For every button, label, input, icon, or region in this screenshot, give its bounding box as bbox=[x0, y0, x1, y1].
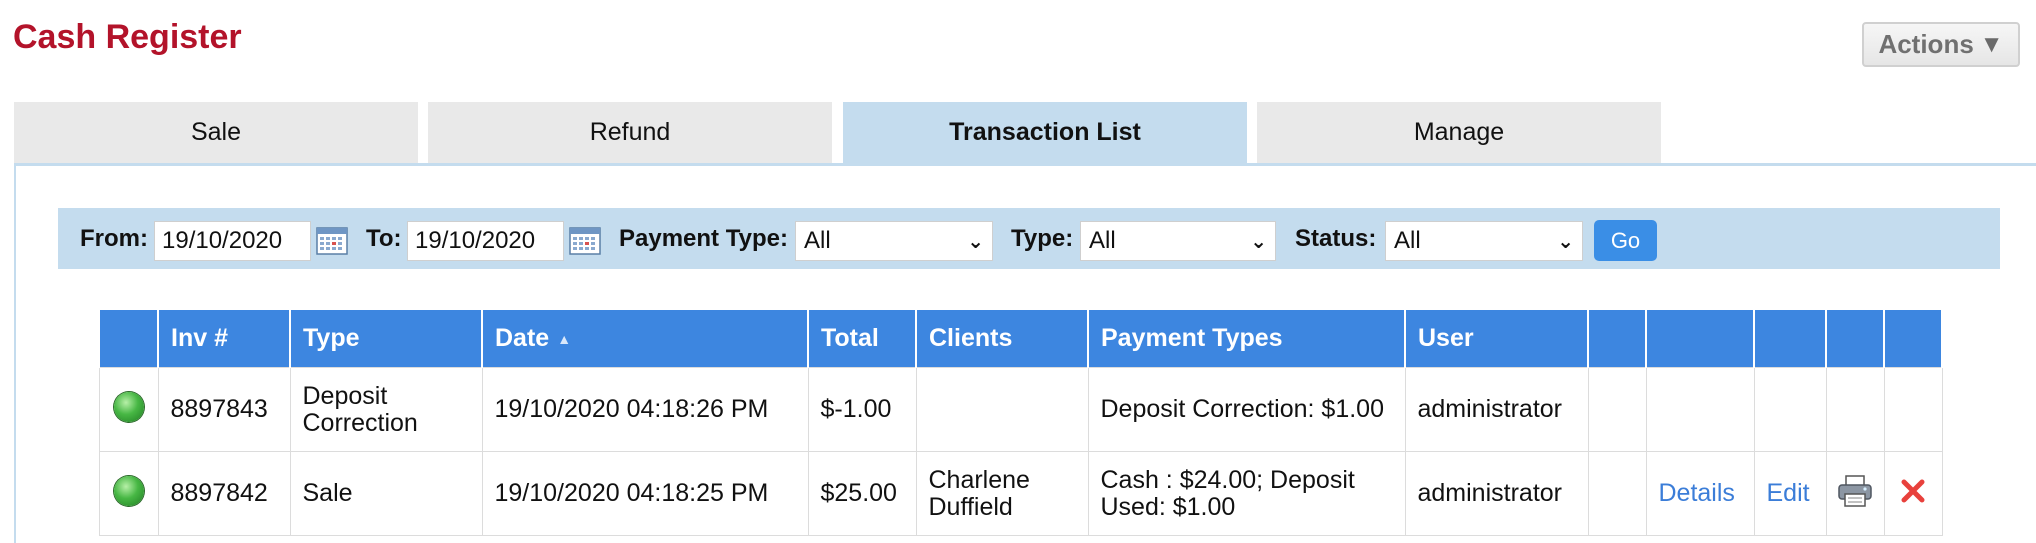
date-cell: 19/10/2020 04:18:26 PM bbox=[481, 367, 809, 452]
type-label: Type: bbox=[1011, 225, 1074, 252]
clients-cell bbox=[915, 367, 1089, 452]
to-label: To: bbox=[366, 225, 402, 252]
type-cell: Sale bbox=[289, 451, 483, 536]
tab-manage[interactable]: Manage bbox=[1257, 102, 1661, 163]
print-cell bbox=[1825, 451, 1885, 536]
status-cell bbox=[98, 367, 159, 452]
empty-cell bbox=[1587, 451, 1647, 536]
edit-cell: Edit bbox=[1753, 451, 1827, 536]
status-indicator-icon bbox=[113, 475, 144, 506]
status-label: Status: bbox=[1295, 225, 1377, 252]
col-header-clients[interactable]: Clients bbox=[915, 310, 1089, 368]
payment-type-label: Payment Type: bbox=[619, 225, 788, 252]
table-row: 8897843 Deposit Correction 19/10/2020 04… bbox=[98, 367, 1943, 452]
col-header-delete bbox=[1883, 310, 1943, 368]
delete-x-icon[interactable] bbox=[1900, 478, 1926, 504]
print-cell bbox=[1825, 367, 1885, 452]
actions-button[interactable]: Actions ▼ bbox=[1862, 22, 2020, 67]
user-cell: administrator bbox=[1404, 367, 1589, 452]
col-header-print bbox=[1825, 310, 1885, 368]
inv-cell: 8897843 bbox=[157, 367, 291, 452]
chevron-down-icon: ⌄ bbox=[1557, 230, 1574, 253]
empty-cell bbox=[1587, 367, 1647, 452]
calendar-icon[interactable] bbox=[569, 225, 601, 255]
col-header-blank bbox=[1587, 310, 1647, 368]
date-cell: 19/10/2020 04:18:25 PM bbox=[481, 451, 809, 536]
col-header-type[interactable]: Type bbox=[289, 310, 483, 368]
edit-cell bbox=[1753, 367, 1827, 452]
go-button[interactable]: Go bbox=[1594, 220, 1657, 261]
col-header-status bbox=[98, 310, 159, 368]
type-value: All bbox=[1089, 227, 1116, 254]
col-header-user[interactable]: User bbox=[1404, 310, 1589, 368]
col-header-payment-types[interactable]: Payment Types bbox=[1087, 310, 1406, 368]
status-select[interactable]: All ⌄ bbox=[1385, 221, 1583, 261]
triangle-down-icon: ▼ bbox=[1979, 30, 2004, 58]
total-cell: $-1.00 bbox=[807, 367, 917, 452]
inv-cell: 8897842 bbox=[157, 451, 291, 536]
tab-transaction-list[interactable]: Transaction List bbox=[843, 102, 1247, 163]
table-row: 8897842 Sale 19/10/2020 04:18:25 PM $25.… bbox=[98, 451, 1943, 536]
details-cell: Details bbox=[1645, 451, 1755, 536]
transactions-table: Inv # Type Date ▲ Total Clients Payment T… bbox=[98, 310, 1943, 536]
chevron-down-icon: ⌄ bbox=[967, 230, 984, 253]
from-label: From: bbox=[80, 225, 148, 252]
user-cell: administrator bbox=[1404, 451, 1589, 536]
col-header-details bbox=[1645, 310, 1755, 368]
calendar-icon[interactable] bbox=[316, 225, 348, 255]
transaction-list-panel: From: To: Payment Type: A bbox=[14, 163, 2036, 543]
edit-link[interactable]: Edit bbox=[1767, 479, 1810, 507]
clients-cell: Charlene Duffield bbox=[915, 451, 1089, 536]
details-link[interactable]: Details bbox=[1659, 479, 1735, 507]
col-header-date-label: Date bbox=[495, 324, 550, 352]
col-header-edit bbox=[1753, 310, 1827, 368]
from-date-input[interactable] bbox=[154, 221, 311, 261]
status-cell bbox=[98, 451, 159, 536]
transactions-table-wrap: Inv # Type Date ▲ Total Clients Payment T… bbox=[98, 310, 1943, 536]
delete-cell bbox=[1883, 367, 1943, 452]
col-header-inv[interactable]: Inv # bbox=[157, 310, 291, 368]
sort-ascending-icon: ▲ bbox=[557, 331, 572, 348]
chevron-down-icon: ⌄ bbox=[1250, 230, 1267, 253]
status-indicator-icon bbox=[113, 391, 144, 422]
status-value: All bbox=[1394, 227, 1421, 254]
tab-sale[interactable]: Sale bbox=[14, 102, 418, 163]
total-cell: $25.00 bbox=[807, 451, 917, 536]
page-title: Cash Register bbox=[13, 18, 242, 56]
delete-cell bbox=[1883, 451, 1943, 536]
payment-type-value: All bbox=[804, 227, 831, 254]
to-date-input[interactable] bbox=[407, 221, 564, 261]
col-header-date[interactable]: Date ▲ bbox=[481, 310, 809, 368]
filter-bar: From: To: Payment Type: A bbox=[58, 208, 2000, 269]
tab-refund[interactable]: Refund bbox=[428, 102, 832, 163]
actions-label: Actions bbox=[1878, 29, 1974, 59]
payment-types-cell: Cash : $24.00; Deposit Used: $1.00 bbox=[1087, 451, 1406, 536]
type-cell: Deposit Correction bbox=[289, 367, 483, 452]
table-header-row: Inv # Type Date ▲ Total Clients Payment T… bbox=[98, 310, 1943, 368]
payment-types-cell: Deposit Correction: $1.00 bbox=[1087, 367, 1406, 452]
type-select[interactable]: All ⌄ bbox=[1080, 221, 1276, 261]
printer-icon[interactable] bbox=[1837, 474, 1873, 508]
details-cell bbox=[1645, 367, 1755, 452]
payment-type-select[interactable]: All ⌄ bbox=[795, 221, 993, 261]
col-header-total[interactable]: Total bbox=[807, 310, 917, 368]
